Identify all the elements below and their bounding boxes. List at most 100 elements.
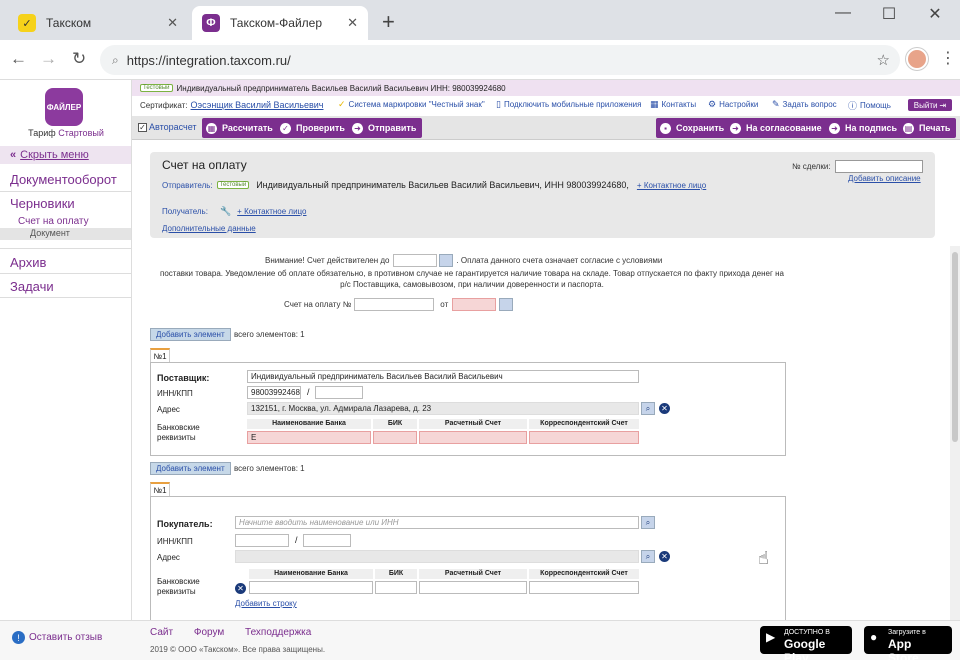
footer-link-forum[interactable]: Форум	[194, 627, 224, 638]
maximize-icon[interactable]: ☐	[866, 4, 912, 24]
buyer-kpp-input[interactable]	[303, 534, 351, 547]
footer-link-site[interactable]: Сайт	[150, 627, 173, 638]
button-label: Печать	[919, 123, 951, 133]
tab-buyer-1[interactable]: №1	[150, 482, 170, 496]
bank-name-input[interactable]	[249, 581, 373, 594]
supplier-name-input[interactable]: Индивидуальный предприниматель Васильев …	[247, 370, 639, 383]
invoice-date-input[interactable]	[452, 298, 497, 311]
help-link[interactable]: ⓘ Помощь	[848, 99, 891, 112]
scrollbar-thumb[interactable]	[952, 252, 958, 442]
browser-tab-filer[interactable]: Ф Такском-Файлер ✕	[192, 6, 368, 40]
clear-icon[interactable]: ✕	[659, 551, 670, 562]
link-label: Настройки	[719, 100, 759, 109]
account-input[interactable]	[419, 431, 527, 444]
mobile-apps-link[interactable]: ▯ Подключить мобильные приложения	[496, 99, 641, 110]
cert-name-link[interactable]: Оэсэнщик Василий Васильевич	[191, 100, 324, 110]
buyer-inn-input[interactable]	[235, 534, 289, 547]
new-tab-plus-icon[interactable]: +	[382, 9, 395, 35]
bik-input[interactable]	[375, 581, 417, 594]
browser-tab-taxcom[interactable]: ✓ Такском ✕	[8, 6, 188, 40]
autocalc-checkbox[interactable]: ✓ Авторасчет	[138, 122, 197, 132]
ask-question-link[interactable]: ✎ Задать вопрос	[772, 99, 837, 110]
footer-link-support[interactable]: Техподдержка	[245, 627, 311, 638]
tariff-plan[interactable]: Стартовый	[58, 128, 104, 138]
sidebar-item-drafts[interactable]: Черновики	[10, 196, 75, 211]
account-input[interactable]	[419, 581, 527, 594]
calculate-button[interactable]: ▦ Рассчитать	[202, 118, 279, 138]
app-store-badge[interactable]: ● Загрузите в App Store	[864, 626, 952, 660]
minimize-icon[interactable]: —	[820, 4, 866, 22]
star-icon[interactable]: ☆	[877, 51, 890, 69]
add-row-link[interactable]: Добавить строку	[235, 599, 297, 608]
back-arrow-icon[interactable]: ←	[10, 49, 27, 69]
clear-icon[interactable]: ✕	[659, 403, 670, 414]
feedback-link[interactable]: ! Оставить отзыв	[12, 631, 102, 644]
bank-name-input[interactable]: Е	[247, 431, 371, 444]
sidebar-subitem-document[interactable]: Документ	[0, 228, 131, 240]
profile-avatar[interactable]	[906, 48, 928, 70]
corr-account-input[interactable]	[529, 431, 639, 444]
buyer-label: Покупатель:	[157, 519, 213, 529]
notice-text: Внимание! Счет действителен до	[265, 256, 390, 265]
sidebar-subitem-invoice[interactable]: Счет на оплату	[18, 216, 89, 227]
sidebar-item-archive[interactable]: Архив	[10, 255, 46, 270]
check-button[interactable]: ✓ Проверить	[276, 118, 351, 138]
add-contact-link[interactable]: + Контактное лицо	[637, 181, 706, 190]
invoice-number-row: Счет на оплату № от	[284, 298, 516, 311]
bik-input[interactable]	[373, 431, 417, 444]
honest-sign-link[interactable]: ✓ Система маркировки "Честный знак"	[338, 99, 485, 110]
remove-row-icon[interactable]: ✕	[235, 583, 246, 594]
cert-label: Сертификат:	[140, 100, 188, 110]
url-input[interactable]: ⌕ https://integration.taxcom.ru/ ☆	[100, 45, 900, 75]
forward-arrow-icon[interactable]: →	[40, 49, 57, 69]
notice-body: поставки товара. Уведомление об оплате о…	[152, 268, 792, 290]
extra-data-link[interactable]: Дополнительные данные	[162, 224, 256, 233]
store-small-text: Загрузите в	[888, 629, 926, 636]
to-sign-button[interactable]: ➜ На подпись	[825, 118, 904, 138]
print-button[interactable]: ▤ Печать	[899, 118, 957, 138]
kebab-menu-icon[interactable]: ⋮	[940, 48, 956, 68]
sidebar-item-docflow[interactable]: Документооборот	[10, 172, 117, 187]
reload-icon[interactable]: ↻	[72, 49, 86, 69]
search-icon: ⌕	[112, 52, 119, 67]
search-icon[interactable]: ⌕	[641, 550, 655, 563]
supplier-inn-input[interactable]: 980039924680	[247, 386, 301, 399]
settings-link[interactable]: ⚙ Настройки	[708, 99, 758, 110]
divider	[0, 248, 131, 249]
save-button[interactable]: ▪ Сохранить	[656, 118, 731, 138]
add-contact-link[interactable]: + Контактное лицо	[237, 207, 306, 216]
buyer-address-input[interactable]	[235, 550, 639, 563]
send-button[interactable]: ➜ Отправить	[348, 118, 423, 138]
add-element-button[interactable]: Добавить элемент	[150, 462, 231, 475]
divider	[0, 191, 131, 192]
window-close-icon[interactable]: ✕	[912, 4, 958, 24]
invoice-number-input[interactable]	[354, 298, 435, 311]
exit-icon: ⇥	[939, 100, 947, 110]
exit-button[interactable]: Выйти ⇥	[908, 99, 952, 111]
google-play-badge[interactable]: ▶ ДОСТУПНО В Google Play	[760, 626, 852, 660]
search-icon[interactable]: ⌕	[641, 402, 655, 415]
arrow-right-icon: ➜	[352, 122, 363, 134]
info-icon: ⓘ	[848, 101, 858, 111]
buyer-search-input[interactable]: Начните вводить наименование или ИНН	[235, 516, 639, 529]
add-description-link[interactable]: Добавить описание	[848, 174, 921, 183]
add-element-button[interactable]: Добавить элемент	[150, 328, 231, 341]
wrench-icon[interactable]: 🔧	[220, 206, 231, 217]
search-icon[interactable]: ⌕	[641, 516, 655, 529]
google-play-icon: ▶	[766, 630, 776, 644]
calendar-icon[interactable]	[439, 254, 454, 267]
calendar-icon[interactable]	[499, 298, 514, 311]
sidebar-item-tasks[interactable]: Задачи	[10, 279, 54, 294]
corr-account-input[interactable]	[529, 581, 639, 594]
tab-supplier-1[interactable]: №1	[150, 348, 170, 362]
filer-logo[interactable]: ФАЙЛЕР	[45, 88, 83, 126]
to-approval-button[interactable]: ➜ На согласование	[726, 118, 828, 138]
valid-until-input[interactable]	[393, 254, 438, 267]
supplier-kpp-input[interactable]	[315, 386, 363, 399]
contacts-link[interactable]: ▦ Контакты	[650, 99, 696, 110]
hide-menu-button[interactable]: « Скрыть меню	[0, 146, 131, 164]
supplier-address-input[interactable]: 132151, г. Москва, ул. Адмирала Лазарева…	[247, 402, 639, 415]
close-icon[interactable]: ✕	[167, 15, 178, 31]
close-icon[interactable]: ✕	[347, 15, 358, 31]
deal-number-input[interactable]	[834, 160, 923, 173]
